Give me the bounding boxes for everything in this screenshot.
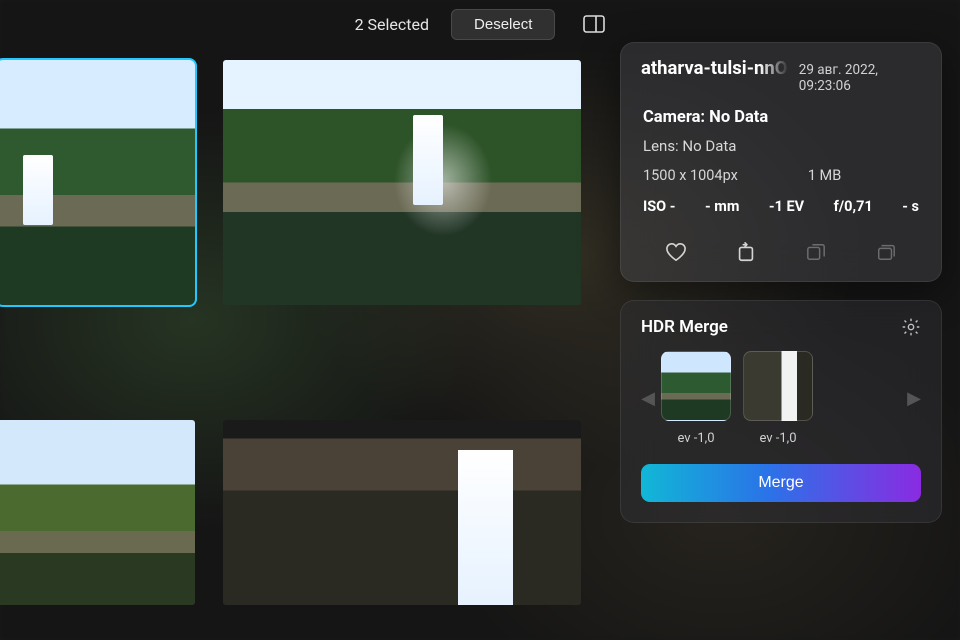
selection-count: 2 Selected (355, 15, 429, 34)
photo-thumbnail[interactable] (223, 420, 581, 605)
hdr-merge-title: HDR Merge (641, 317, 728, 337)
exif-aperture: f/0,71 (834, 198, 873, 215)
camera-info: Camera: No Data (643, 108, 919, 127)
merge-button[interactable]: Merge (641, 464, 921, 502)
exif-iso: ISO - (643, 198, 675, 215)
stack-icon[interactable] (871, 239, 901, 265)
photo-thumbnail[interactable] (0, 420, 195, 605)
exif-row: ISO - - mm -1 EV f/0,71 - s (643, 198, 919, 215)
exif-shutter: - s (902, 198, 919, 215)
compare-icon[interactable] (583, 15, 605, 33)
photo-grid (0, 60, 610, 605)
hdr-ev-label: ev -1,0 (661, 431, 731, 446)
image-dimensions: 1500 x 1004px (643, 167, 738, 184)
photo-thumbnail[interactable] (223, 60, 581, 305)
rotate-icon[interactable] (731, 239, 761, 265)
hdr-merge-panel: HDR Merge ◀ ev -1,0 ev -1,0 ▶ (620, 300, 942, 523)
top-toolbar: 2 Selected Deselect (0, 0, 960, 48)
file-name: atharva-tulsi-nnOW (641, 57, 789, 79)
favorite-icon[interactable] (661, 239, 691, 265)
photo-thumbnail[interactable] (0, 60, 195, 305)
deselect-button[interactable]: Deselect (451, 9, 555, 40)
file-size: 1 MB (808, 167, 841, 184)
hdr-ev-label: ev -1,0 (743, 431, 813, 446)
exif-focal: - mm (705, 198, 739, 215)
exif-ev: -1 EV (769, 198, 804, 215)
copy-icon[interactable] (801, 239, 831, 265)
hdr-prev-arrow: ◀ (641, 388, 655, 409)
hdr-thumbnail[interactable]: ev -1,0 (743, 351, 813, 446)
hdr-next-arrow: ▶ (907, 388, 921, 409)
file-timestamp: 29 авг. 2022, 09:23:06 (799, 62, 921, 94)
info-panel: atharva-tulsi-nnOW 29 авг. 2022, 09:23:0… (620, 42, 942, 282)
lens-info: Lens: No Data (643, 137, 919, 155)
gear-icon[interactable] (901, 317, 921, 337)
hdr-thumbnail[interactable]: ev -1,0 (661, 351, 731, 446)
